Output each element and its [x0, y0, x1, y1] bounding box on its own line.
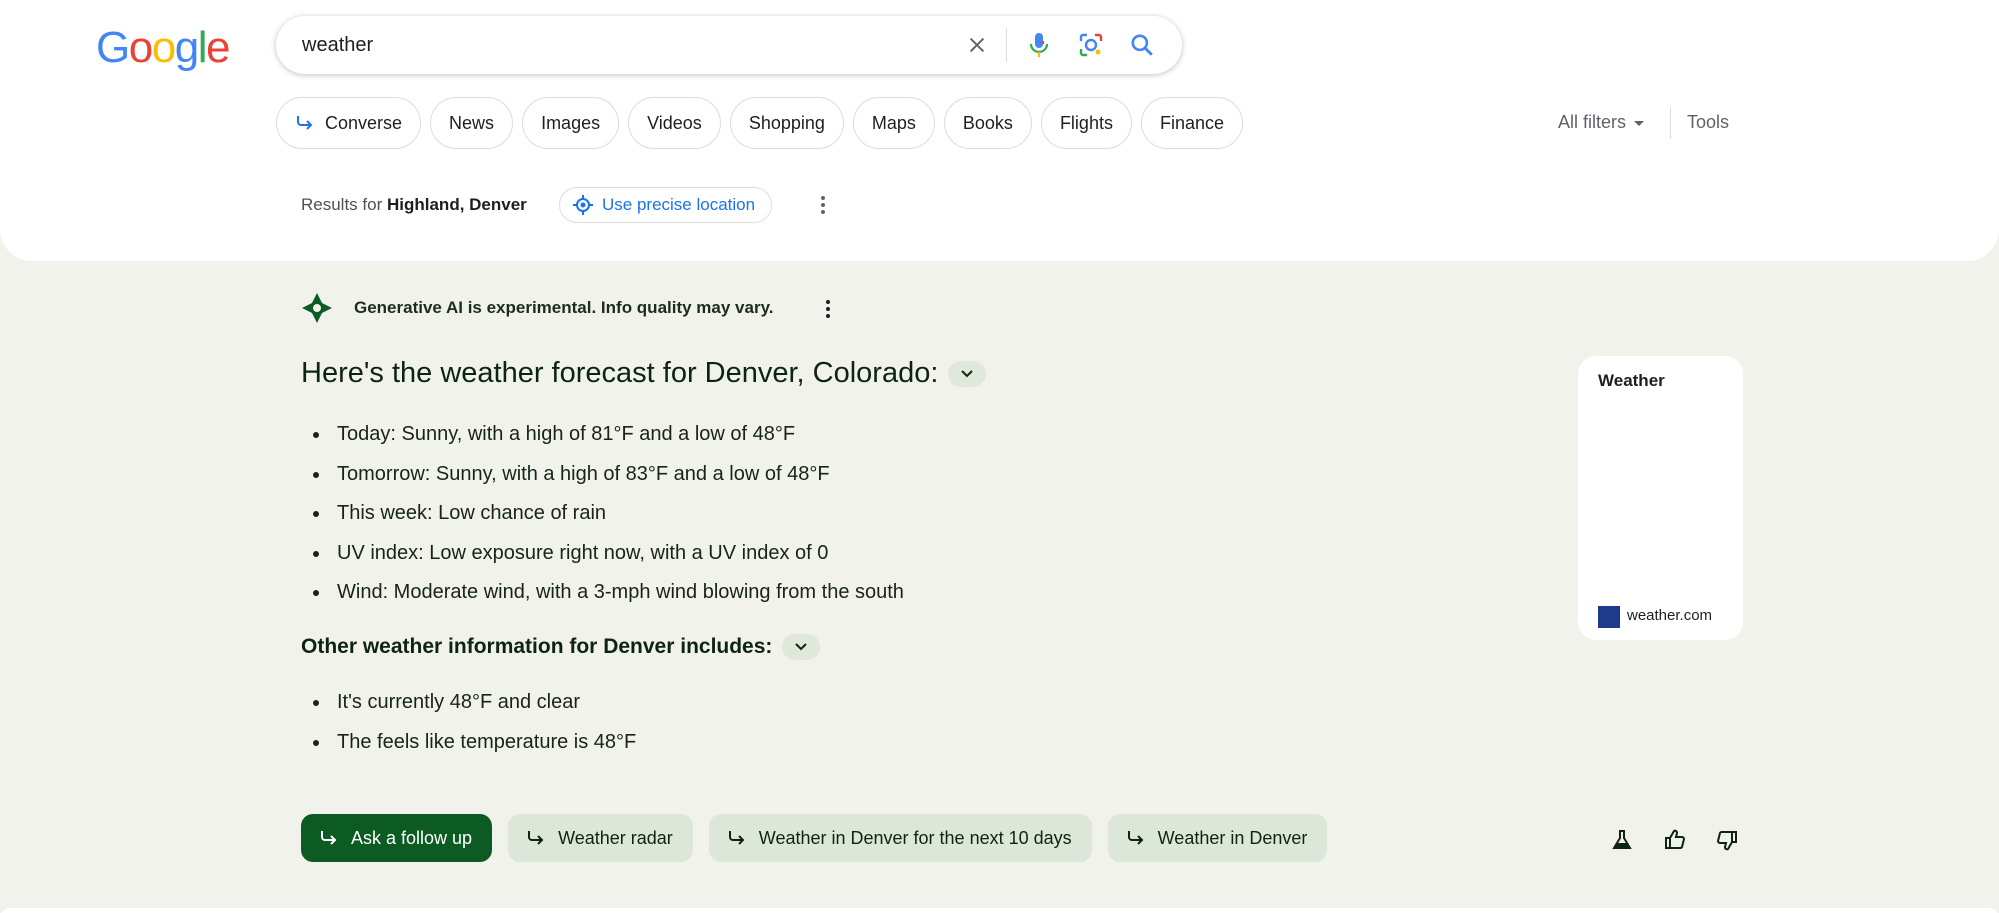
search-header: Google weather Converse News Images Vide… [0, 0, 1999, 261]
follow-up-weather-denver[interactable]: Weather in Denver [1107, 814, 1328, 862]
next-section-edge [0, 908, 1999, 913]
location-name: Highland, Denver [386, 195, 527, 214]
list-item: Wind: Moderate wind, with a 3-mph wind b… [301, 579, 904, 619]
search-divider [1006, 28, 1007, 62]
other-info-list: It's currently 48°F and clear The feels … [301, 689, 636, 768]
ai-heading: Here's the weather forecast for Denver, … [301, 357, 987, 390]
arrow-turn-icon [1127, 831, 1144, 845]
thumbs-down-icon[interactable] [1713, 826, 1741, 854]
thumbs-up-icon[interactable] [1661, 826, 1689, 854]
microphone-icon[interactable] [1024, 30, 1054, 60]
arrow-turn-icon [295, 114, 315, 132]
arrow-turn-icon [321, 831, 337, 845]
ai-sparkle-icon [301, 292, 333, 329]
ai-more-options-icon[interactable] [818, 299, 838, 319]
list-item: The feels like temperature is 48°F [301, 729, 636, 769]
list-item: It's currently 48°F and clear [301, 689, 636, 729]
arrow-turn-icon [528, 831, 544, 845]
chevron-down-icon[interactable] [782, 634, 821, 660]
clear-icon[interactable] [962, 30, 992, 60]
list-item: Tomorrow: Sunny, with a high of 83°F and… [301, 461, 904, 501]
labs-flask-icon[interactable] [1608, 826, 1636, 854]
tab-videos[interactable]: Videos [628, 97, 721, 149]
follow-up-10-days[interactable]: Weather in Denver for the next 10 days [708, 814, 1092, 862]
tab-books[interactable]: Books [943, 97, 1032, 149]
follow-up-weather-radar[interactable]: Weather radar [508, 814, 693, 862]
tools-button[interactable]: Tools [1687, 112, 1729, 133]
all-filters-button[interactable]: All filters [1558, 112, 1646, 133]
arrow-turn-icon [728, 831, 745, 845]
list-item: UV index: Low exposure right now, with a… [301, 540, 904, 580]
tab-finance[interactable]: Finance [1140, 97, 1243, 149]
card-source: weather.com [1627, 607, 1713, 624]
tab-converse[interactable]: Converse [276, 97, 422, 149]
google-logo[interactable]: Google [96, 26, 230, 70]
list-item: This week: Low chance of rain [301, 500, 904, 540]
search-icon[interactable] [1127, 30, 1157, 60]
camera-lens-icon[interactable] [1076, 30, 1106, 60]
weather-channel-logo [1598, 606, 1620, 628]
list-item: Today: Sunny, with a high of 81°F and a … [301, 421, 904, 461]
tab-shopping[interactable]: Shopping [729, 97, 844, 149]
ai-subheading: Other weather information for Denver inc… [301, 634, 821, 660]
precise-location-button[interactable]: Use precise location [559, 187, 773, 223]
forecast-list: Today: Sunny, with a high of 81°F and a … [301, 421, 904, 619]
caret-down-icon [1634, 120, 1645, 126]
card-title: Weather [1598, 371, 1665, 390]
chevron-down-icon[interactable] [948, 360, 987, 387]
weather-source-card[interactable]: Weather weather.com [1578, 356, 1743, 640]
search-tabs: Converse News Images Videos Shopping Map… [276, 97, 1243, 149]
more-options-icon[interactable] [813, 195, 833, 215]
search-input[interactable]: weather [302, 34, 373, 57]
search-box[interactable]: weather [276, 16, 1182, 74]
tab-images[interactable]: Images [522, 97, 620, 149]
location-line: Results for Highland, Denver [301, 195, 527, 214]
tab-maps[interactable]: Maps [852, 97, 935, 149]
ai-disclaimer: Generative AI is experimental. Info qual… [354, 298, 774, 317]
follow-up-chips: Ask a follow up Weather radar Weather in… [301, 814, 1328, 862]
tab-news[interactable]: News [430, 97, 514, 149]
tab-flights[interactable]: Flights [1040, 97, 1132, 149]
ask-follow-up-button[interactable]: Ask a follow up [301, 814, 493, 862]
filters-divider [1670, 107, 1671, 139]
location-target-icon [573, 195, 593, 215]
